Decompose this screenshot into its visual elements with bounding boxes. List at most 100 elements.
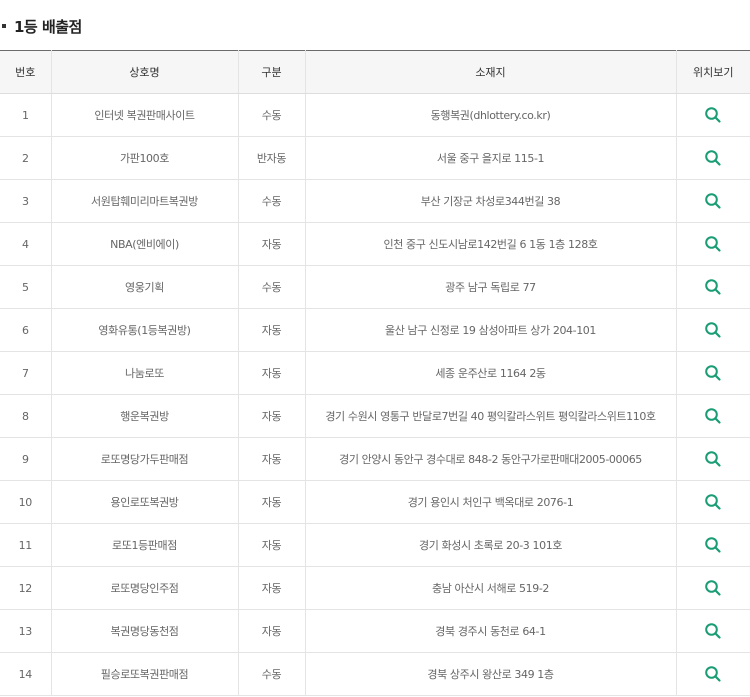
search-icon — [705, 322, 721, 338]
shop-address: 부산 기장군 차성로344번길 38 — [305, 179, 677, 223]
purchase-type: 수동 — [238, 179, 306, 223]
table-row: 2 가판100호 반자동 서울 중구 을지로 115-1 — [0, 136, 750, 180]
view-location-button[interactable] — [703, 363, 723, 383]
purchase-type: 수동 — [238, 265, 306, 309]
purchase-type: 자동 — [238, 222, 306, 266]
shop-name: 나눔로또 — [51, 351, 239, 395]
purchase-type: 자동 — [238, 523, 306, 567]
shop-name: 인터넷 복권판매사이트 — [51, 93, 239, 137]
view-location-button[interactable] — [703, 277, 723, 297]
column-header-map: 위치보기 — [676, 50, 750, 94]
purchase-type: 자동 — [238, 437, 306, 481]
view-location-button[interactable] — [703, 664, 723, 684]
purchase-type: 자동 — [238, 609, 306, 653]
search-icon — [705, 236, 721, 252]
map-cell — [676, 652, 750, 696]
row-number: 10 — [0, 480, 52, 524]
table-row: 1 인터넷 복권판매사이트 수동 동행복권(dhlottery.co.kr) — [0, 93, 750, 137]
column-header-type: 구분 — [238, 50, 306, 94]
search-icon — [705, 580, 721, 596]
column-header-no: 번호 — [0, 50, 52, 94]
search-icon — [705, 408, 721, 424]
search-icon — [705, 150, 721, 166]
row-number: 12 — [0, 566, 52, 610]
view-location-button[interactable] — [703, 578, 723, 598]
map-cell — [676, 609, 750, 653]
shop-name: NBA(엔비에이) — [51, 222, 239, 266]
search-icon — [705, 623, 721, 639]
shop-name: 로또명당인주점 — [51, 566, 239, 610]
purchase-type: 반자동 — [238, 136, 306, 180]
map-cell — [676, 308, 750, 352]
table-row: 12 로또명당인주점 자동 충남 아산시 서해로 519-2 — [0, 566, 750, 610]
shop-name: 서원탑훼미리마트복권방 — [51, 179, 239, 223]
shop-name: 필승로또복권판매점 — [51, 652, 239, 696]
row-number: 7 — [0, 351, 52, 395]
view-location-button[interactable] — [703, 320, 723, 340]
shop-name: 용인로또복권방 — [51, 480, 239, 524]
row-number: 6 — [0, 308, 52, 352]
map-cell — [676, 480, 750, 524]
shop-address: 경기 용인시 처인구 백옥대로 2076-1 — [305, 480, 677, 524]
view-location-button[interactable] — [703, 406, 723, 426]
shop-address: 경기 수원시 영통구 반달로7번길 40 평익칼라스위트 평익칼라스위트110호 — [305, 394, 677, 438]
view-location-button[interactable] — [703, 621, 723, 641]
row-number: 14 — [0, 652, 52, 696]
view-location-button[interactable] — [703, 105, 723, 125]
view-location-button[interactable] — [703, 191, 723, 211]
shop-address: 울산 남구 신정로 19 삼성아파트 상가 204-101 — [305, 308, 677, 352]
column-header-address: 소재지 — [305, 50, 677, 94]
table-row: 6 영화유통(1등복권방) 자동 울산 남구 신정로 19 삼성아파트 상가 204-… — [0, 308, 750, 352]
search-icon — [705, 193, 721, 209]
view-location-button[interactable] — [703, 148, 723, 168]
shop-address: 광주 남구 독립로 77 — [305, 265, 677, 309]
view-location-button[interactable] — [703, 535, 723, 555]
row-number: 11 — [0, 523, 52, 567]
purchase-type: 수동 — [238, 652, 306, 696]
map-cell — [676, 566, 750, 610]
shop-address: 경북 상주시 왕산로 349 1층 — [305, 652, 677, 696]
shop-address: 세종 운주산로 1164 2동 — [305, 351, 677, 395]
table-row: 14 필승로또복권판매점 수동 경북 상주시 왕산로 349 1층 — [0, 652, 750, 696]
search-icon — [705, 666, 721, 682]
shop-address: 서울 중구 을지로 115-1 — [305, 136, 677, 180]
shop-address: 경기 안양시 동안구 경수대로 848-2 동안구가로판매대2005-00065 — [305, 437, 677, 481]
view-location-button[interactable] — [703, 449, 723, 469]
section-header: 1등 배출점 — [0, 14, 82, 38]
search-icon — [705, 365, 721, 381]
map-cell — [676, 265, 750, 309]
bullet-icon — [2, 24, 6, 28]
shop-name: 로또명당가두판매점 — [51, 437, 239, 481]
shop-address: 경북 경주시 동천로 64-1 — [305, 609, 677, 653]
table-row: 13 복권명당동천점 자동 경북 경주시 동천로 64-1 — [0, 609, 750, 653]
table-header-row: 번호 상호명 구분 소재지 위치보기 — [0, 50, 750, 94]
view-location-button[interactable] — [703, 234, 723, 254]
shop-address: 충남 아산시 서해로 519-2 — [305, 566, 677, 610]
row-number: 2 — [0, 136, 52, 180]
map-cell — [676, 394, 750, 438]
purchase-type: 수동 — [238, 93, 306, 137]
table-row: 9 로또명당가두판매점 자동 경기 안양시 동안구 경수대로 848-2 동안구가로판… — [0, 437, 750, 481]
table-row: 8 행운복권방 자동 경기 수원시 영통구 반달로7번길 40 평익칼라스위트 평익칼… — [0, 394, 750, 438]
search-icon — [705, 279, 721, 295]
view-location-button[interactable] — [703, 492, 723, 512]
shop-address: 인천 중구 신도시남로142번길 6 1동 1층 128호 — [305, 222, 677, 266]
map-cell — [676, 136, 750, 180]
search-icon — [705, 451, 721, 467]
shop-name: 가판100호 — [51, 136, 239, 180]
search-icon — [705, 494, 721, 510]
purchase-type: 자동 — [238, 351, 306, 395]
search-icon — [705, 107, 721, 123]
table-row: 5 영웅기획 수동 광주 남구 독립로 77 — [0, 265, 750, 309]
shop-name: 행운복권방 — [51, 394, 239, 438]
table-row: 11 로또1등판매점 자동 경기 화성시 초록로 20-3 101호 — [0, 523, 750, 567]
purchase-type: 자동 — [238, 566, 306, 610]
shop-name: 복권명당동천점 — [51, 609, 239, 653]
map-cell — [676, 523, 750, 567]
purchase-type: 자동 — [238, 308, 306, 352]
table-row: 7 나눔로또 자동 세종 운주산로 1164 2동 — [0, 351, 750, 395]
shop-name: 로또1등판매점 — [51, 523, 239, 567]
section-title: 1등 배출점 — [14, 17, 82, 36]
map-cell — [676, 179, 750, 223]
row-number: 8 — [0, 394, 52, 438]
